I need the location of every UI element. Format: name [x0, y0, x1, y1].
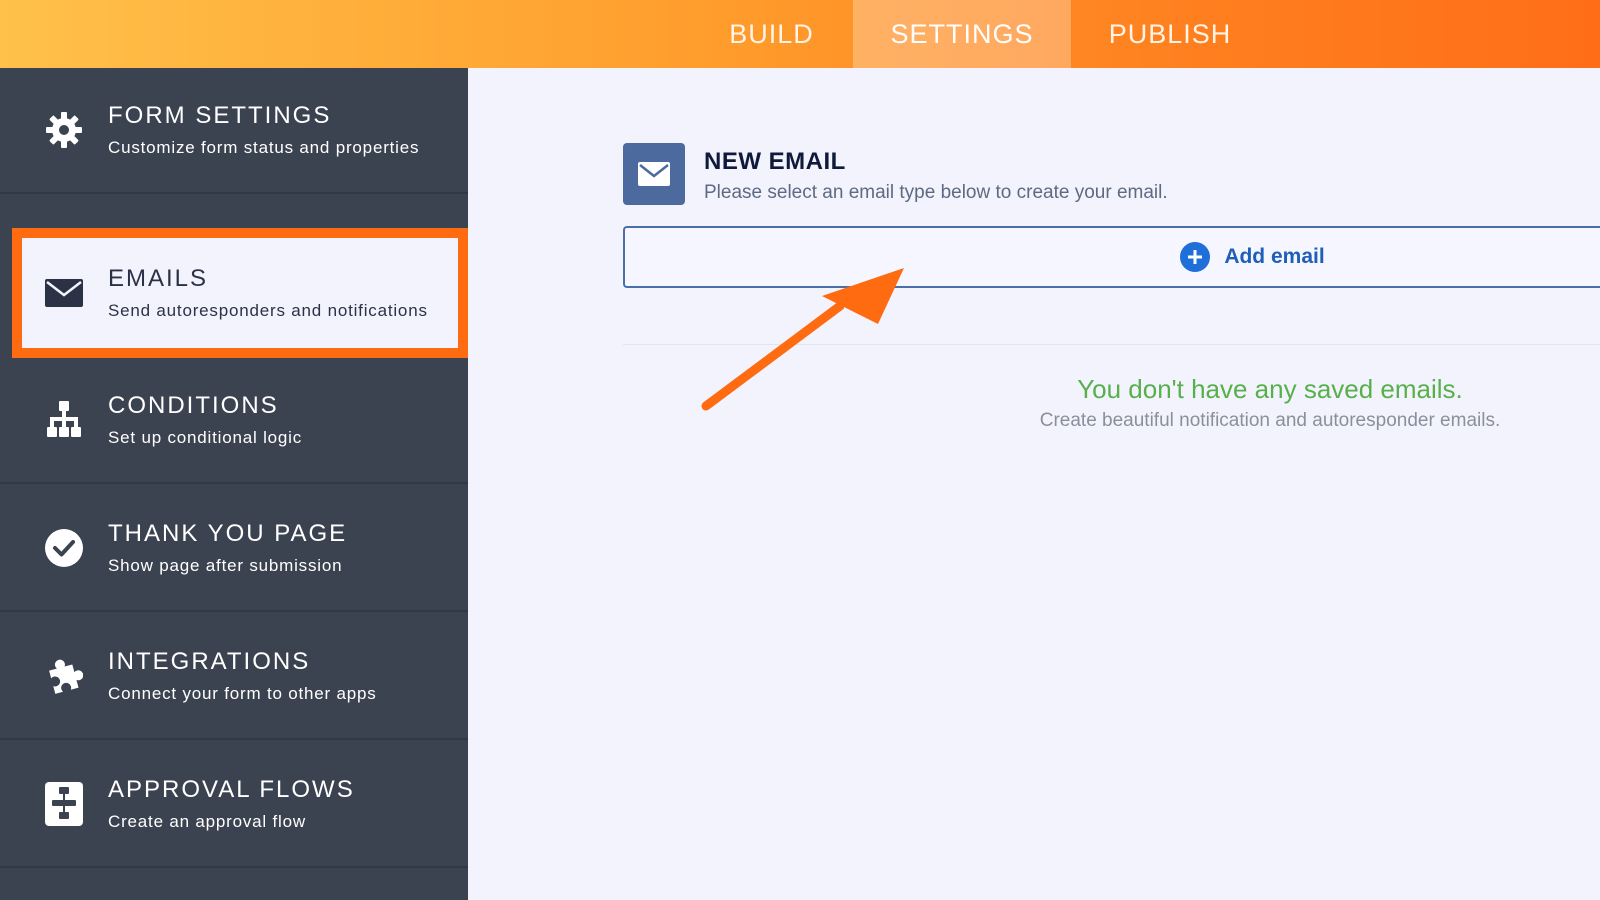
sidebar-item-subtitle: Create an approval flow: [108, 812, 306, 831]
tab-settings[interactable]: SETTINGS: [853, 0, 1071, 68]
flow-icon: [44, 782, 84, 826]
top-navigation-bar: BUILD SETTINGS PUBLISH: [0, 0, 1600, 68]
sidebar-item-form-settings[interactable]: FORM SETTINGS Customize form status and …: [0, 68, 468, 194]
new-email-title: NEW EMAIL: [704, 148, 846, 175]
sidebar-item-title: CONDITIONS: [108, 392, 279, 419]
sidebar-item-integrations[interactable]: INTEGRATIONS Connect your form to other …: [0, 614, 468, 740]
sidebar-item-emails[interactable]: EMAILS Send autoresponders and notificat…: [12, 228, 468, 358]
sidebar-item-conditions[interactable]: CONDITIONS Set up conditional logic: [0, 358, 468, 484]
check-circle-icon: [44, 528, 84, 568]
sidebar-item-title: FORM SETTINGS: [108, 102, 332, 129]
sidebar-item-title: APPROVAL FLOWS: [108, 776, 355, 803]
sidebar-item-title: THANK YOU PAGE: [108, 520, 348, 547]
puzzle-icon: [44, 656, 84, 696]
tab-build[interactable]: BUILD: [690, 0, 853, 68]
sidebar-item-subtitle: Set up conditional logic: [108, 428, 303, 447]
add-email-label: Add email: [1224, 245, 1325, 268]
sidebar-item-title: EMAILS: [108, 265, 209, 292]
annotation-arrow-icon: [701, 268, 904, 411]
sidebar-item-thank-you-page[interactable]: THANK YOU PAGE Show page after submissio…: [0, 486, 468, 612]
tab-publish[interactable]: PUBLISH: [1071, 0, 1269, 68]
sidebar-item-subtitle: Customize form status and properties: [108, 138, 420, 157]
sidebar-item-subtitle: Connect your form to other apps: [108, 684, 377, 703]
sidebar-item-subtitle: Send autoresponders and notifications: [108, 301, 428, 320]
emails-panel: NEW EMAIL Please select an email type be…: [468, 68, 1600, 900]
gear-icon: [44, 110, 84, 150]
sidebar-item-approval-flows[interactable]: APPROVAL FLOWS Create an approval flow: [0, 742, 468, 868]
new-email-subtitle: Please select an email type below to cre…: [704, 182, 1168, 203]
sidebar-item-subtitle: Show page after submission: [108, 556, 343, 575]
envelope-icon: [623, 143, 685, 205]
sidebar-item-title: INTEGRATIONS: [108, 648, 311, 675]
plus-circle-icon: [1180, 242, 1211, 272]
settings-sidebar: FORM SETTINGS Customize form status and …: [0, 68, 468, 900]
envelope-icon: [44, 273, 84, 313]
hierarchy-icon: [44, 400, 84, 440]
top-tabs: BUILD SETTINGS PUBLISH: [690, 0, 1269, 68]
